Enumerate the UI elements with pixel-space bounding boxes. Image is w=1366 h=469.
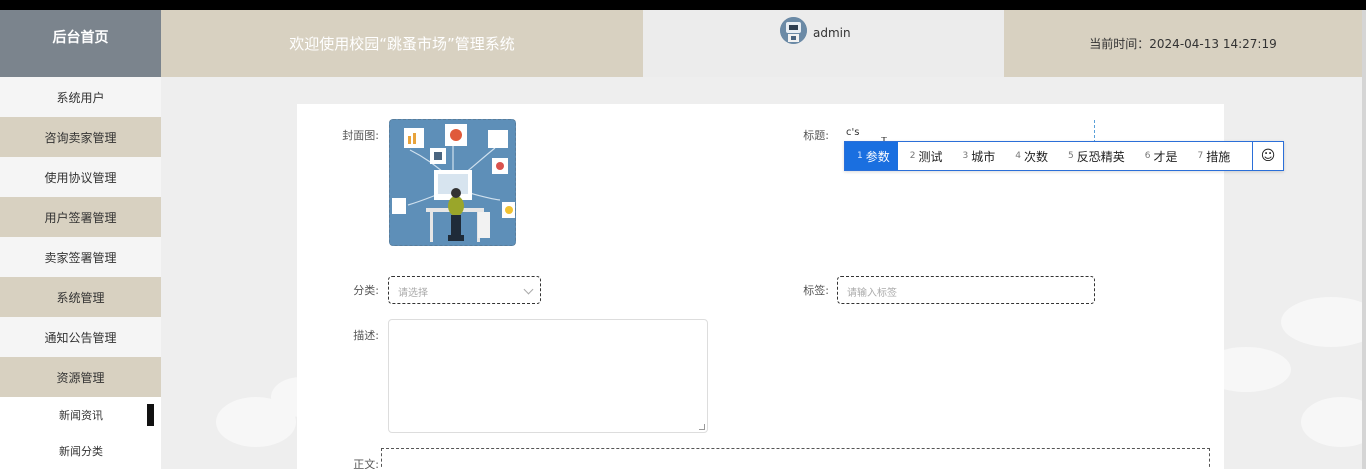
ime-candidate-7[interactable]: 7 措施 (1186, 142, 1239, 170)
ime-candidate-bar: 1 参数 2 测试 3 城市 4 次数 5 反恐精英 6 才是 7 措施 ☺ (844, 141, 1284, 171)
ime-candidate-text: 才是 (1153, 149, 1178, 164)
tag-input[interactable]: 请输入标签 (837, 276, 1095, 304)
time-label: 当前时间： (1089, 37, 1150, 51)
sidebar-subitem-label: 新闻资讯 (59, 409, 103, 422)
ime-candidate-number: 7 (1197, 151, 1204, 161)
current-time: 当前时间： 2024-04-13 14:27:19 (1004, 10, 1362, 77)
brand-label: 后台首页 (52, 30, 109, 46)
ime-candidate-number: 3 (962, 151, 969, 161)
sidebar-subitem-label: 新闻分类 (59, 445, 103, 458)
sidebar: 系统用户 咨询卖家管理 使用协议管理 用户签署管理 卖家签署管理 系统管理 通知… (0, 77, 161, 469)
ime-candidate-1[interactable]: 1 参数 (845, 142, 898, 170)
page-scrollbar[interactable] (1362, 10, 1366, 469)
avatar[interactable] (780, 17, 807, 44)
ime-candidate-3[interactable]: 3 城市 (951, 142, 1004, 170)
category-label: 分类: (353, 284, 379, 297)
user-area: admin (643, 10, 1004, 77)
ime-candidate-number: 1 (857, 151, 863, 161)
ime-candidate-text: 测试 (918, 149, 943, 164)
background-cloud (1301, 397, 1362, 447)
ime-candidate-2[interactable]: 2 测试 (898, 142, 951, 170)
system-title: 欢迎使用校园“跳蚤市场”管理系统 (161, 10, 643, 77)
background-cloud (1281, 297, 1362, 347)
time-value: 2024-04-13 14:27:19 (1149, 36, 1277, 51)
sidebar-item-resources[interactable]: 资源管理 (0, 357, 161, 397)
sidebar-item-label: 使用协议管理 (44, 170, 117, 185)
cover-label: 封面图: (342, 129, 379, 142)
sidebar-item-consult-seller[interactable]: 咨询卖家管理 (0, 117, 161, 157)
ime-candidate-text: 反恐精英 (1076, 149, 1125, 164)
window-top-bar (0, 0, 1366, 10)
sidebar-item-label: 资源管理 (56, 370, 105, 385)
sidebar-item-user-signing[interactable]: 用户签署管理 (0, 197, 161, 237)
main-content: 封面图: 标题: c's 分类: 请选择 标签: 请输入标签 描述: 正文: (161, 77, 1362, 469)
header: 后台首页 欢迎使用校园“跳蚤市场”管理系统 admin 当前时间： 2024-0… (0, 10, 1366, 77)
ime-candidate-number: 4 (1015, 151, 1021, 161)
sidebar-item-label: 咨询卖家管理 (44, 130, 117, 145)
rich-text-editor[interactable] (381, 448, 1210, 469)
sidebar-item-notices[interactable]: 通知公告管理 (0, 317, 161, 357)
sidebar-item-usage-agreement[interactable]: 使用协议管理 (0, 157, 161, 197)
avatar-icon (780, 17, 807, 44)
ime-candidate-number: 6 (1144, 151, 1151, 161)
home-link[interactable]: 后台首页 (0, 10, 161, 77)
sidebar-subitem-news[interactable]: 新闻资讯 (0, 397, 161, 433)
system-title-text: 欢迎使用校园“跳蚤市场”管理系统 (289, 35, 515, 53)
title-label: 标题: (803, 129, 829, 142)
tag-placeholder: 请输入标签 (847, 288, 897, 299)
sidebar-item-label: 通知公告管理 (44, 330, 117, 345)
username[interactable]: admin (813, 26, 851, 40)
description-label: 描述: (353, 329, 379, 342)
ime-candidate-text: 次数 (1023, 149, 1048, 164)
active-indicator (147, 404, 154, 426)
sidebar-item-label: 系统用户 (56, 90, 105, 105)
resources-submenu: 新闻资讯 新闻分类 (0, 397, 161, 469)
sidebar-item-label: 用户签署管理 (44, 210, 117, 225)
ime-candidate-5[interactable]: 5 反恐精英 (1056, 142, 1133, 170)
cover-image-upload[interactable] (389, 119, 516, 246)
category-placeholder: 请选择 (398, 288, 428, 299)
category-select[interactable]: 请选择 (388, 276, 541, 304)
ime-candidate-4[interactable]: 4 次数 (1003, 142, 1056, 170)
smiley-icon[interactable]: ☺ (1252, 142, 1283, 170)
resize-handle-icon[interactable] (699, 424, 705, 430)
cover-image (390, 120, 515, 245)
sidebar-item-label: 系统管理 (56, 290, 105, 305)
ime-candidate-6[interactable]: 6 才是 (1133, 142, 1186, 170)
sidebar-item-label: 卖家签署管理 (44, 250, 117, 265)
ime-candidate-number: 2 (909, 151, 916, 161)
ime-candidate-text: 措施 (1206, 149, 1231, 164)
sidebar-item-system-management[interactable]: 系统管理 (0, 277, 161, 317)
title-input-value: c's (846, 127, 860, 138)
description-textarea[interactable] (388, 319, 708, 433)
sidebar-item-seller-signing[interactable]: 卖家签署管理 (0, 237, 161, 277)
ime-candidate-text: 城市 (971, 149, 996, 164)
ime-candidate-number: 5 (1068, 151, 1074, 161)
content-label: 正文: (353, 458, 379, 469)
ime-candidate-text: 参数 (865, 149, 890, 164)
chevron-down-icon (523, 284, 534, 295)
tag-label: 标签: (803, 284, 829, 297)
sidebar-item-system-users[interactable]: 系统用户 (0, 77, 161, 117)
sidebar-subitem-news-category[interactable]: 新闻分类 (0, 433, 161, 469)
